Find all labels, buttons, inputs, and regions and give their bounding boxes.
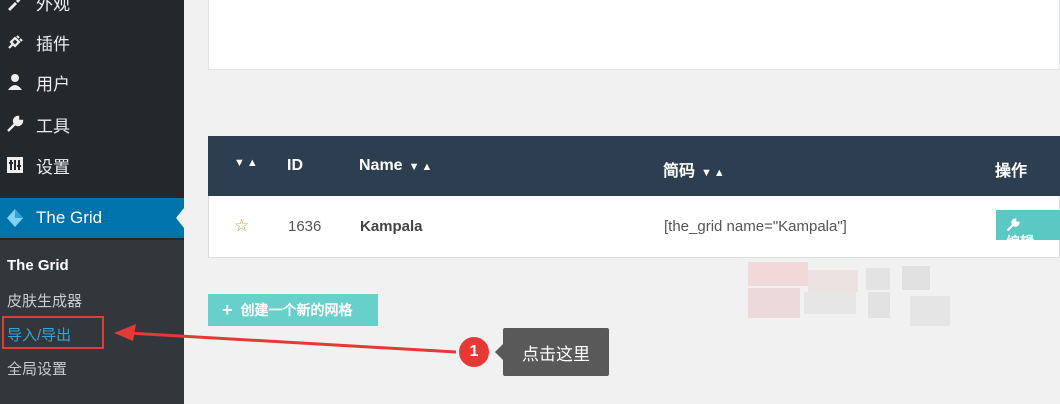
- top-panel: [208, 0, 1060, 70]
- submenu-skin-builder[interactable]: 皮肤生成器: [7, 290, 82, 311]
- pixelated-region: [748, 262, 978, 334]
- menu-item-label: 设置: [36, 157, 70, 177]
- menu-item-label: 插件: [36, 34, 70, 54]
- edit-button[interactable]: 编辑: [996, 210, 1060, 250]
- column-label: Name: [359, 157, 403, 174]
- paintbrush-icon: [4, 0, 26, 13]
- row-name[interactable]: Kampala: [360, 218, 423, 235]
- user-icon: [4, 71, 26, 93]
- callout-tail: [495, 344, 503, 360]
- star-icon[interactable]: ☆: [234, 216, 249, 236]
- sort-arrows-icon[interactable]: ▼▲: [409, 161, 435, 173]
- menu-item-tools[interactable]: 工具: [0, 104, 184, 144]
- menu-item-label: The Grid: [36, 208, 103, 227]
- active-indicator: [176, 208, 184, 228]
- menu-item-label: 外观: [36, 0, 70, 14]
- submenu-global-settings[interactable]: 全局设置: [7, 358, 67, 379]
- plugin-icon: [4, 31, 26, 53]
- sort-all-toggle[interactable]: ▼▲: [234, 157, 260, 169]
- grid-table: ▼▲ ID Name ▼▲ 简码 ▼▲ 操作 ☆ 1636 Kampala [the…: [208, 136, 1060, 258]
- column-header-shortcode[interactable]: 简码 ▼▲: [663, 157, 727, 181]
- settings-icon: [4, 154, 26, 176]
- the-grid-logo-icon: [4, 207, 26, 229]
- submenu-the-grid[interactable]: The Grid: [7, 257, 69, 274]
- wrench-icon: [1006, 218, 1020, 232]
- row-shortcode: [the_grid name="Kampala"]: [664, 218, 847, 235]
- annotation-callout: 点击这里: [495, 328, 609, 376]
- menu-item-label: 工具: [36, 116, 70, 136]
- create-button-label: 创建一个新的网格: [240, 302, 353, 318]
- menu-item-the-grid[interactable]: The Grid: [0, 198, 184, 238]
- table-header: ▼▲ ID Name ▼▲ 简码 ▼▲ 操作: [208, 136, 1060, 196]
- step-marker: 1: [459, 337, 489, 367]
- sort-arrows-icon[interactable]: ▼▲: [701, 167, 727, 179]
- menu-item-label: 用户: [36, 74, 70, 94]
- create-new-grid-button[interactable]: + 创建一个新的网格: [208, 294, 378, 326]
- menu-item-users[interactable]: 用户: [0, 62, 184, 102]
- edit-label: 编辑: [1006, 234, 1034, 250]
- row-id: 1636: [288, 218, 322, 235]
- menu-item-settings[interactable]: 设置: [0, 145, 184, 185]
- column-header-actions: 操作: [995, 163, 1028, 180]
- column-header-name[interactable]: Name ▼▲: [359, 157, 434, 175]
- table-row: ☆ 1636 Kampala [the_grid name="Kampala"]…: [208, 196, 1060, 258]
- column-header-id[interactable]: ID: [287, 157, 303, 175]
- plus-icon: +: [222, 299, 233, 320]
- menu-item-plugins[interactable]: 插件: [0, 22, 184, 62]
- column-label: 简码: [663, 163, 696, 180]
- wrench-icon: [4, 113, 26, 135]
- highlight-box: [2, 316, 104, 349]
- menu-item-appearance[interactable]: 外观: [0, 0, 184, 22]
- callout-text: 点击这里: [522, 344, 590, 364]
